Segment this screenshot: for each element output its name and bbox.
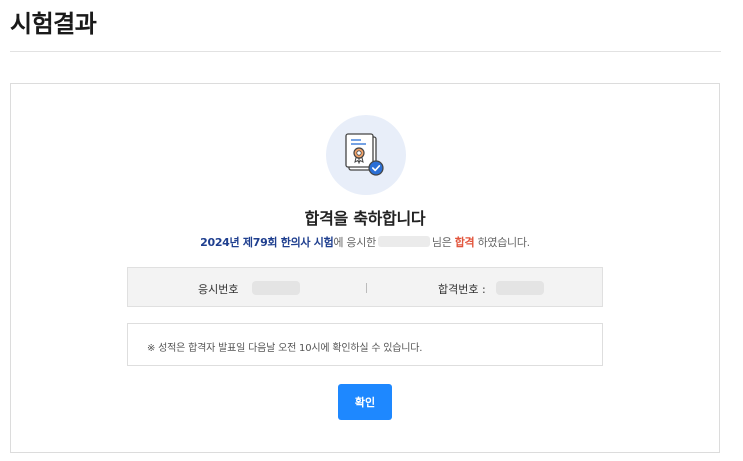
pass-number-redacted: [496, 281, 544, 295]
notice-box: ※ 성적은 합격자 발표일 다음날 오전 10시에 확인하실 수 있습니다.: [127, 323, 603, 366]
info-separator: [366, 283, 367, 293]
pass-number-label: 합격번호 :: [438, 283, 486, 296]
pass-headline: 합격을 축하합니다: [304, 209, 426, 228]
pass-message: 2024년 제79회 한의사 시험에 응시한 님은 합격 하였습니다.: [11, 234, 719, 250]
message-end-text: 하였습니다.: [477, 236, 531, 249]
pass-status: 합격: [454, 236, 475, 249]
page-title: 시험결과: [10, 10, 97, 38]
icon-circle: [326, 115, 406, 195]
applicant-number-label: 응시번호: [198, 283, 239, 296]
result-card: 합격을 축하합니다 2024년 제79회 한의사 시험에 응시한 님은 합격 하였…: [10, 83, 720, 453]
message-applied-text: 에 응시한: [333, 236, 376, 249]
exam-name: 2024년 제79회 한의사 시험: [200, 236, 334, 249]
notice-text: ※ 성적은 합격자 발표일 다음날 오전 10시에 확인하실 수 있습니다.: [147, 343, 423, 354]
applicant-number-redacted: [252, 281, 300, 295]
message-suffix-text: 님은: [431, 236, 452, 249]
title-divider: [10, 51, 721, 52]
redacted-name: [377, 236, 430, 247]
number-info-box: 응시번호 합격번호 :: [127, 267, 603, 307]
confirm-button[interactable]: 확인: [338, 384, 392, 420]
certificate-icon: [345, 133, 384, 176]
